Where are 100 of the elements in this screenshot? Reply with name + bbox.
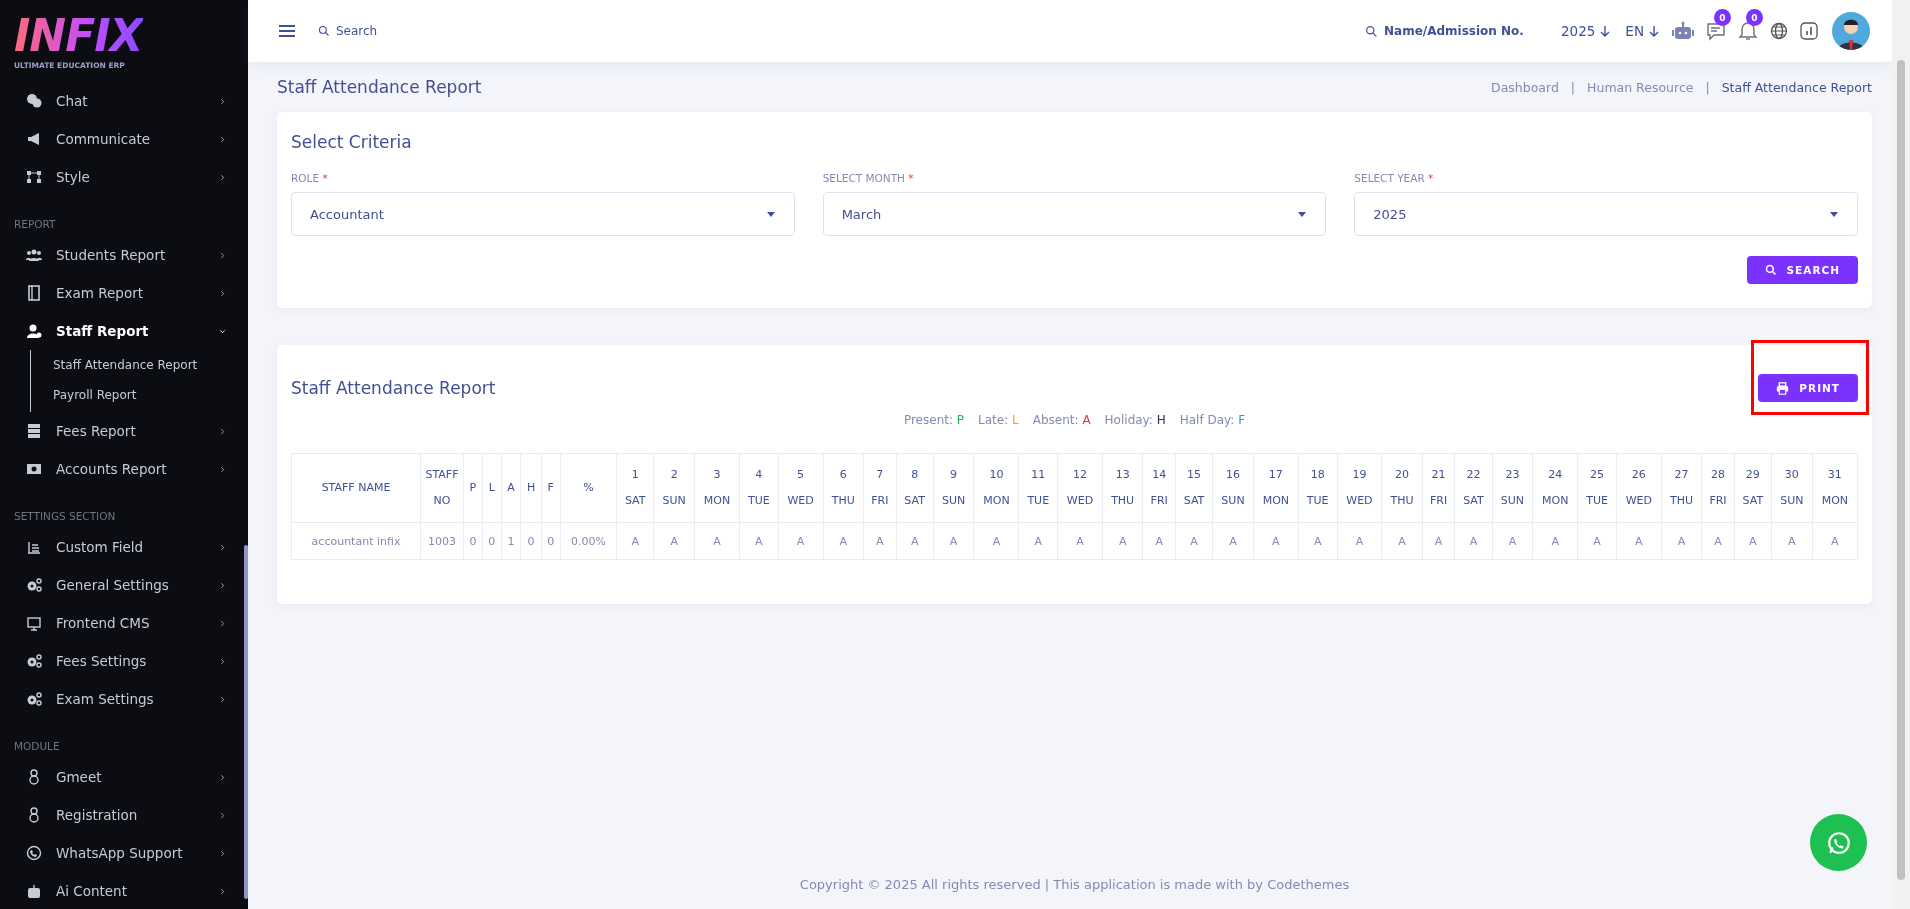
sidebar-item[interactable]: Exam Settings [0, 680, 248, 718]
gear-icon [26, 577, 42, 593]
caret-down-icon [1297, 210, 1308, 218]
copyright-text: Copyright © 2025 All rights reserved | This application is made with by Codethemes [799, 877, 1350, 892]
table-cell: A [1057, 522, 1103, 560]
field-label: SELECT MONTH * [822, 172, 915, 184]
column-header: 11 TUE [1018, 453, 1058, 523]
column-header: 10 MON [973, 453, 1019, 523]
breadcrumb-separator: | [1705, 79, 1710, 95]
print-button[interactable]: PRINT [1758, 374, 1858, 402]
column-header: 12 WED [1057, 453, 1103, 523]
column-header: 5 WED [778, 453, 823, 523]
sidebar-item[interactable]: Staff Report [0, 312, 248, 350]
column-header: 19 WED [1337, 453, 1382, 523]
table-cell: A [1771, 522, 1813, 560]
table-cell: 0 [482, 522, 502, 560]
sidebar-item[interactable]: Registration [0, 796, 248, 834]
year-dropdown[interactable]: 2025 [1561, 23, 1612, 39]
table-cell: A [1701, 522, 1735, 560]
sidebar-item[interactable]: Style [0, 158, 248, 196]
column-header: H [520, 453, 542, 523]
globe-icon[interactable] [1770, 22, 1788, 40]
section-heading: REPORT [14, 218, 56, 230]
table-cell: 0 [520, 522, 542, 560]
avatar[interactable] [1832, 12, 1870, 50]
nodes-icon [26, 169, 42, 185]
sidebar-item[interactable]: Students Report [0, 236, 248, 274]
sidebar-item[interactable]: General Settings [0, 566, 248, 604]
table-cell: 1003 [420, 522, 464, 560]
table-cell: A [1253, 522, 1299, 560]
bar-chart-icon[interactable] [1800, 22, 1818, 40]
student-search-field[interactable]: Name/Admission No. [1384, 24, 1547, 38]
phone-bubble-icon [26, 845, 42, 861]
sidebar-item[interactable]: Exam Report [0, 274, 248, 312]
column-header: STAFF NO [420, 453, 464, 523]
chevron-right-icon [218, 773, 227, 782]
column-header: 27 THU [1661, 453, 1702, 523]
sidebar-item[interactable]: Communicate [0, 120, 248, 158]
field-label: SELECT YEAR * [1354, 172, 1435, 184]
chevron-right-icon [218, 173, 227, 182]
table-cell: A [896, 522, 934, 560]
table-cell: A [739, 522, 779, 560]
sidebar-scrollbar[interactable] [244, 545, 248, 899]
column-header: 15 SAT [1175, 453, 1213, 523]
chevron-right-icon [218, 135, 227, 144]
bell-icon[interactable] [1738, 21, 1758, 41]
column-header: L [482, 453, 502, 523]
menu-icon[interactable] [278, 23, 296, 39]
column-header: 22 SAT [1454, 453, 1492, 523]
chevron-right-icon [218, 97, 227, 106]
table-cell: A [1337, 522, 1382, 560]
column-header: STAFF NAME [291, 453, 421, 523]
sidebar-item[interactable]: Custom Field [0, 528, 248, 566]
dropdown-field[interactable]: 2025 [1354, 192, 1858, 236]
table-cell: A [1298, 522, 1337, 560]
submenu-link[interactable]: Payroll Report [53, 380, 137, 410]
dropdown-field[interactable]: Accountant [291, 192, 795, 236]
language-dropdown[interactable]: EN [1625, 23, 1660, 39]
sidebar-item[interactable]: Fees Report [0, 412, 248, 450]
column-header: 4 TUE [739, 453, 779, 523]
chevron-right-icon [218, 251, 227, 260]
submenu-link[interactable]: Staff Attendance Report [53, 350, 198, 380]
cash-icon [26, 461, 42, 477]
column-header: 6 THU [823, 453, 864, 523]
search-icon [318, 25, 330, 37]
column-header: 30 SUN [1771, 453, 1813, 523]
column-header: 17 MON [1253, 453, 1299, 523]
table-cell: A [1142, 522, 1176, 560]
chat-icon [26, 93, 42, 109]
table-cell: A [778, 522, 823, 560]
sidebar-item[interactable]: Ai Content [0, 872, 248, 909]
column-header: 20 THU [1381, 453, 1423, 523]
search-button[interactable]: SEARCH [1746, 256, 1858, 284]
search-field[interactable]: Search [336, 24, 413, 38]
sidebar-item[interactable]: Fees Settings [0, 642, 248, 680]
page-scrollbar[interactable] [1897, 60, 1905, 880]
column-header: A [501, 453, 521, 523]
column-header: 28 FRI [1701, 453, 1735, 523]
table-cell: A [1616, 522, 1662, 560]
table-cell: A [1422, 522, 1455, 560]
search-icon [1764, 264, 1777, 276]
card-title: Select Criteria [291, 132, 413, 152]
sidebar-item[interactable]: Gmeet [0, 758, 248, 796]
legend-entry: Absent: A [1032, 413, 1091, 427]
arrow-down-icon [1599, 25, 1612, 37]
column-header: 24 MON [1532, 453, 1578, 523]
chat-icon[interactable] [1706, 21, 1726, 41]
sidebar-item[interactable]: WhatsApp Support [0, 834, 248, 872]
dropdown-field[interactable]: March [822, 192, 1327, 236]
table-cell: A [1212, 522, 1254, 560]
table-cell: A [1454, 522, 1492, 560]
sidebar-item[interactable]: Accounts Report [0, 450, 248, 488]
breadcrumb-link[interactable]: Staff Attendance Report [1721, 79, 1872, 95]
column-header: % [560, 453, 617, 523]
breadcrumb-separator: | [1570, 79, 1576, 95]
table-cell: 1 [501, 522, 521, 560]
column-header: 31 MON [1812, 453, 1858, 523]
sidebar-item[interactable]: Chat [0, 82, 248, 120]
chat-count-badge: 0 [1714, 9, 1731, 26]
sidebar-item[interactable]: Frontend CMS [0, 604, 248, 642]
